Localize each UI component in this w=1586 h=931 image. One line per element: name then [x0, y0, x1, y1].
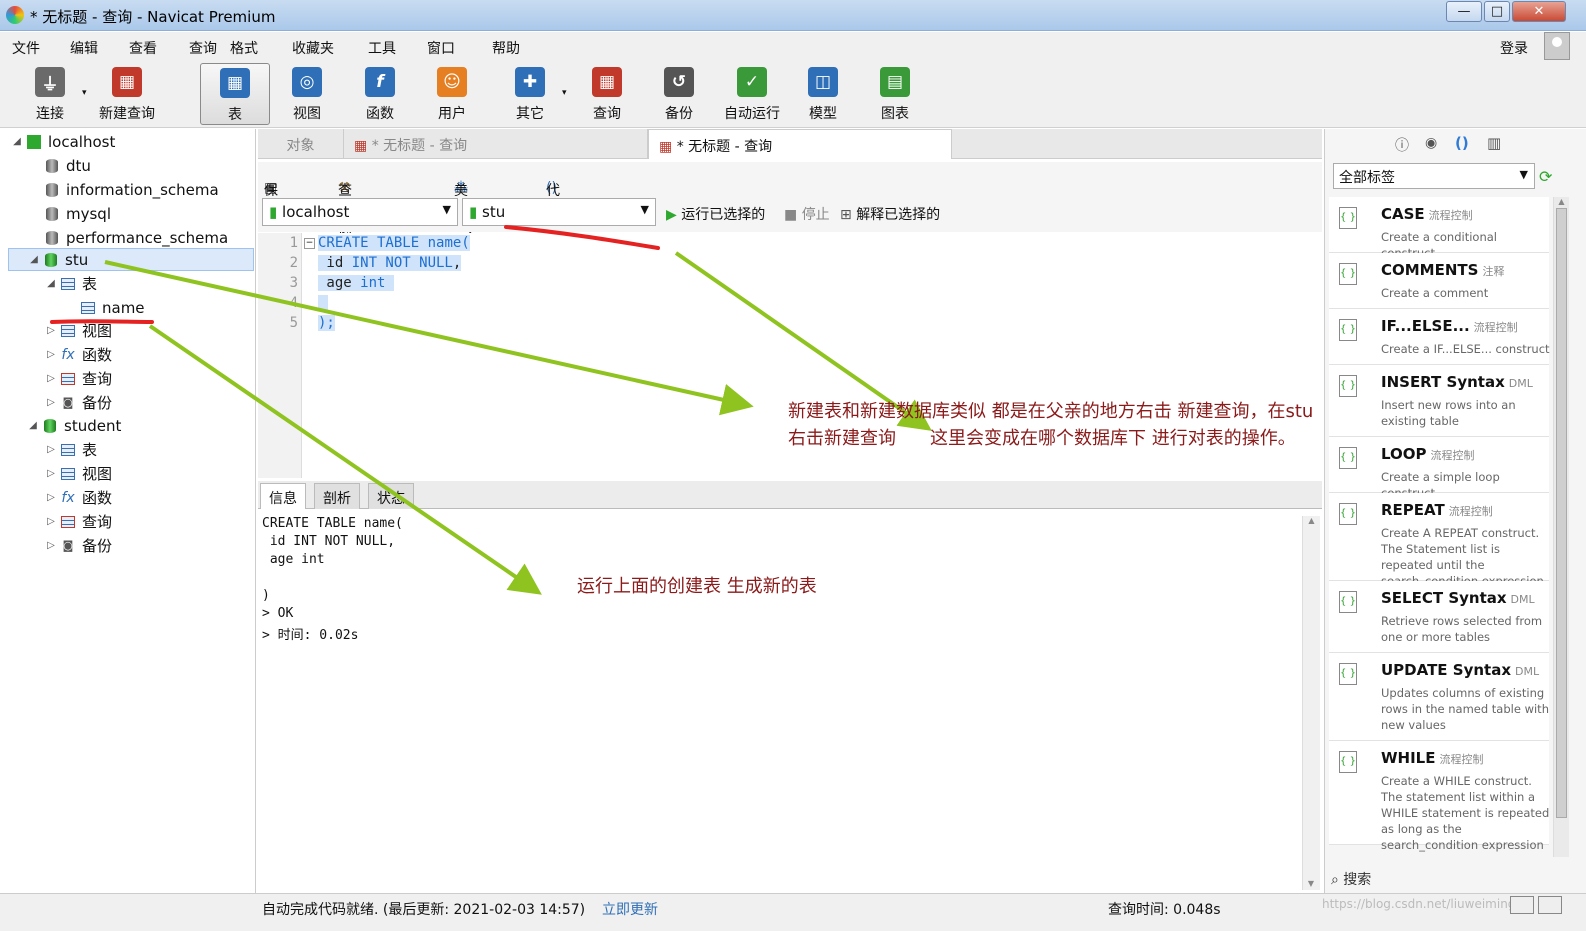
annotation-note-2: 这里会变成在哪个数据库下 进行对表的操作。	[930, 428, 1296, 449]
arrow-to-note-3	[148, 324, 542, 595]
arrow-to-note-1	[104, 260, 754, 416]
red-underline-table	[50, 319, 154, 324]
annotation-overlay	[50, 225, 932, 595]
annotation-note-3: 运行上面的创建表 生成新的表	[577, 576, 817, 597]
annotation-note-1: 新建表和新建数据库类似 都是在父亲的地方右击 新建查询，在stu	[788, 401, 1314, 422]
annotation-note-1b: 右击新建查询	[788, 428, 896, 449]
red-underline-database	[504, 225, 660, 250]
